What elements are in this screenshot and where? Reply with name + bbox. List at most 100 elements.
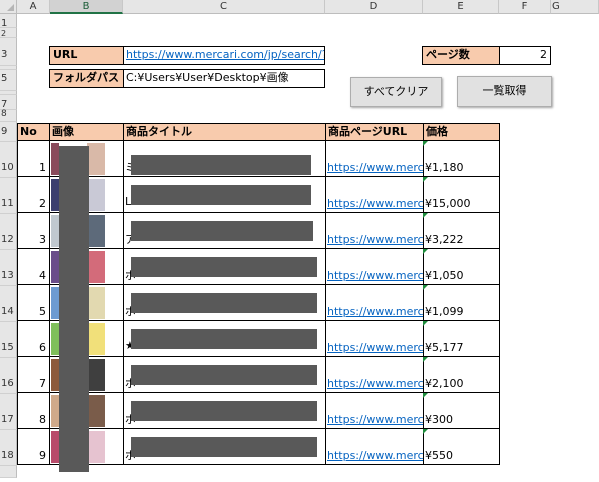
row-header-10[interactable]: 10	[0, 142, 17, 178]
product-title-cell[interactable]: ポ	[123, 285, 326, 321]
price-cell[interactable]: ¥1,180	[423, 141, 500, 177]
product-url-link[interactable]: https://www.merca	[327, 449, 423, 462]
row-number[interactable]: 4	[17, 249, 50, 285]
product-url-link[interactable]: https://www.merca	[327, 161, 423, 174]
column-header-a[interactable]: A	[17, 0, 50, 14]
url-field[interactable]: https://www.mercari.com/jp/search/?k	[123, 46, 325, 65]
title-redaction	[131, 155, 311, 175]
price-cell[interactable]: ¥15,000	[423, 177, 500, 213]
page-count-field[interactable]: 2	[499, 46, 551, 65]
product-title-cell[interactable]: ア	[123, 213, 326, 249]
title-redaction	[131, 221, 313, 241]
thumbnail-image	[87, 179, 105, 211]
row-number[interactable]: 1	[17, 141, 50, 177]
product-url-link[interactable]: https://www.merca	[327, 413, 423, 426]
product-url-cell[interactable]: https://www.merca	[325, 393, 424, 429]
product-url-cell[interactable]: https://www.merca	[325, 285, 424, 321]
row-header-1[interactable]: 1	[0, 14, 17, 29]
row-number[interactable]: 6	[17, 321, 50, 357]
thumbnail-image	[51, 431, 59, 463]
thumbnail-image	[87, 359, 105, 391]
thumbnail-image	[87, 395, 105, 427]
row-header-19[interactable]	[0, 466, 17, 478]
product-title-cell[interactable]: ポ	[123, 393, 326, 429]
title-redaction	[131, 257, 317, 277]
folder-path-field[interactable]: C:¥Users¥User¥Desktop¥画像	[123, 69, 325, 88]
product-url-cell[interactable]: https://www.merca	[325, 321, 424, 357]
folder-path-label: フォルダパス	[49, 69, 124, 88]
product-title-cell[interactable]: ★	[123, 321, 326, 357]
thumbnail-image	[51, 395, 59, 427]
column-header-c[interactable]: C	[123, 0, 325, 14]
column-header-f[interactable]: F	[499, 0, 551, 14]
title-redaction	[131, 329, 317, 349]
row-header-11[interactable]: 11	[0, 178, 17, 214]
product-url-link[interactable]: https://www.merca	[327, 233, 423, 246]
row-header-17[interactable]: 17	[0, 394, 17, 430]
row-header-5[interactable]: 5	[0, 70, 17, 91]
page-count-label: ページ数	[422, 46, 500, 65]
select-all-corner[interactable]	[0, 0, 17, 14]
product-url-cell[interactable]: https://www.merca	[325, 141, 424, 177]
thumbnail-image	[51, 251, 59, 283]
row-number[interactable]: 3	[17, 213, 50, 249]
product-title-cell[interactable]: ポ	[123, 249, 326, 285]
price-cell[interactable]: ¥5,177	[423, 321, 500, 357]
row-header-9[interactable]: 9	[0, 122, 17, 142]
thumbnail-image	[87, 251, 105, 283]
row-header-3[interactable]: 3	[0, 38, 17, 66]
fetch-list-button[interactable]: 一覧取得	[457, 76, 552, 107]
url-link[interactable]: https://www.mercari.com/jp/search/?k	[126, 48, 324, 61]
row-header-7[interactable]: 7	[0, 95, 17, 110]
row-header-14[interactable]: 14	[0, 286, 17, 322]
product-title-cell[interactable]: ポ	[123, 357, 326, 393]
row-number[interactable]: 2	[17, 177, 50, 213]
error-indicator-icon	[423, 429, 428, 434]
error-indicator-icon	[423, 357, 428, 362]
error-indicator-icon	[423, 321, 428, 326]
clear-all-button[interactable]: すべてクリア	[350, 77, 442, 107]
product-url-link[interactable]: https://www.merca	[327, 377, 423, 390]
row-number[interactable]: 5	[17, 285, 50, 321]
product-title-cell[interactable]: ポ	[123, 429, 326, 465]
product-url-cell[interactable]: https://www.merca	[325, 213, 424, 249]
header-title: 商品タイトル	[123, 123, 326, 141]
product-url-cell[interactable]: https://www.merca	[325, 429, 424, 465]
error-indicator-icon	[423, 177, 428, 182]
product-url-cell[interactable]: https://www.merca	[325, 357, 424, 393]
row-header-16[interactable]: 16	[0, 358, 17, 394]
row-number[interactable]: 7	[17, 357, 50, 393]
error-indicator-icon	[423, 213, 428, 218]
row-header-12[interactable]: 12	[0, 214, 17, 250]
product-url-link[interactable]: https://www.merca	[327, 197, 423, 210]
row-number[interactable]: 9	[17, 429, 50, 465]
price-cell[interactable]: ¥2,100	[423, 357, 500, 393]
price-cell[interactable]: ¥1,050	[423, 249, 500, 285]
row-header-18[interactable]: 18	[0, 430, 17, 466]
price-value: ¥550	[425, 449, 453, 462]
product-title-cell[interactable]: L	[123, 177, 326, 213]
product-url-cell[interactable]: https://www.merca	[325, 249, 424, 285]
row-header-8[interactable]: 8	[0, 110, 17, 122]
column-header-g[interactable]: G	[551, 0, 599, 14]
row-header-15[interactable]: 15	[0, 322, 17, 358]
row-header-13[interactable]: 13	[0, 250, 17, 286]
product-url-link[interactable]: https://www.merca	[327, 341, 423, 354]
row-number[interactable]: 8	[17, 393, 50, 429]
column-header-e[interactable]: E	[423, 0, 499, 14]
product-url-link[interactable]: https://www.merca	[327, 305, 423, 318]
product-url-link[interactable]: https://www.merca	[327, 269, 423, 282]
product-url-cell[interactable]: https://www.merca	[325, 177, 424, 213]
price-cell[interactable]: ¥3,222	[423, 213, 500, 249]
price-cell[interactable]: ¥1,099	[423, 285, 500, 321]
header-price: 価格	[423, 123, 500, 141]
thumbnail-image	[51, 179, 59, 211]
column-header-b[interactable]: B	[50, 0, 123, 14]
price-cell[interactable]: ¥550	[423, 429, 500, 465]
price-cell[interactable]: ¥300	[423, 393, 500, 429]
price-value: ¥1,099	[425, 305, 464, 318]
thumbnail-image	[51, 359, 59, 391]
product-title-cell[interactable]: ミ	[123, 141, 326, 177]
column-header-d[interactable]: D	[325, 0, 423, 14]
row-header-2[interactable]: 2	[0, 28, 17, 38]
